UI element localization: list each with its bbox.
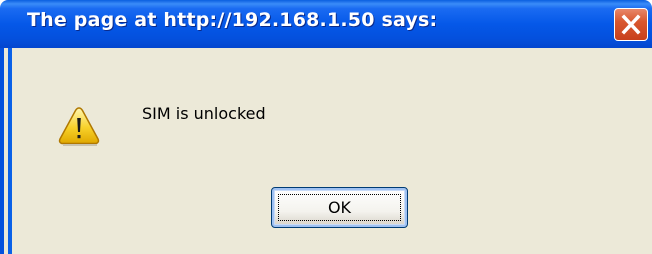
dialog-titlebar[interactable]: The page at http://192.168.1.50 says: [0, 0, 652, 48]
ok-button-label: OK [327, 198, 352, 217]
dialog-title: The page at http://192.168.1.50 says: [27, 9, 438, 31]
dialog-content: SIM is unlocked OK [8, 48, 652, 254]
warning-icon [58, 107, 100, 146]
close-icon [621, 14, 641, 35]
ok-button[interactable]: OK [271, 187, 408, 228]
dialog-message: SIM is unlocked [142, 104, 266, 123]
close-button[interactable] [614, 8, 648, 41]
dialog-body: SIM is unlocked OK [0, 48, 652, 254]
alert-dialog: The page at http://192.168.1.50 says: SI… [0, 0, 652, 254]
